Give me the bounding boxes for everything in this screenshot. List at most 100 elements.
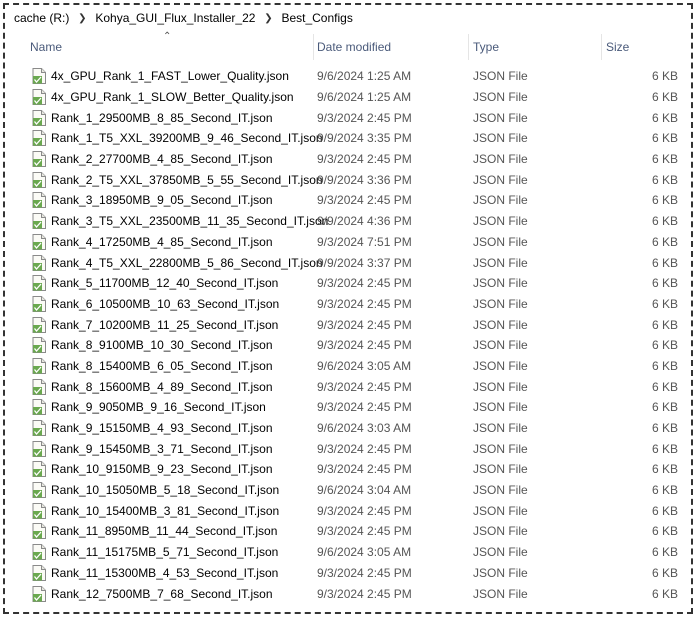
file-date-modified: 9/3/2024 2:45 PM [317, 152, 412, 167]
file-name-cell: Rank_11_15175MB_5_71_Second_IT.json [14, 544, 314, 561]
column-header-name-label: Name [30, 40, 63, 54]
file-date-modified: 9/3/2024 2:45 PM [317, 379, 412, 394]
file-type: JSON File [473, 462, 528, 477]
file-name-cell: Rank_2_T5_XXL_37850MB_5_55_Second_IT.jso… [14, 171, 323, 188]
breadcrumb-folder-best-configs[interactable]: Best_Configs [279, 11, 354, 25]
file-type: JSON File [473, 110, 528, 125]
file-name-cell: Rank_10_15400MB_3_81_Second_IT.json [14, 502, 314, 519]
file-size: 6 KB [651, 483, 678, 498]
json-file-icon [32, 130, 46, 147]
file-row[interactable]: Rank_2_27700MB_4_85_Second_IT.json 9/3/2… [14, 149, 686, 170]
column-header-size[interactable]: Size [602, 34, 686, 60]
file-name-cell: Rank_11_15300MB_4_53_Second_IT.json [14, 564, 314, 581]
chevron-right-icon: ❯ [78, 12, 87, 24]
file-name: 4x_GPU_Rank_1_FAST_Lower_Quality.json [51, 69, 289, 84]
file-size: 6 KB [651, 317, 678, 332]
file-name: Rank_3_18950MB_9_05_Second_IT.json [51, 193, 273, 208]
file-name-cell: Rank_9_9050MB_9_16_Second_IT.json [14, 399, 314, 416]
file-date-modified: 9/3/2024 2:45 PM [317, 296, 412, 311]
file-row[interactable]: Rank_1_T5_XXL_39200MB_9_46_Second_IT.jso… [14, 128, 686, 149]
file-row[interactable]: Rank_8_15600MB_4_89_Second_IT.json 9/3/2… [14, 376, 686, 397]
file-row[interactable]: Rank_4_17250MB_4_85_Second_IT.json 9/3/2… [14, 232, 686, 253]
file-row[interactable]: Rank_5_11700MB_12_40_Second_IT.json 9/3/… [14, 273, 686, 294]
file-name: Rank_9_9050MB_9_16_Second_IT.json [51, 400, 266, 415]
file-name-cell: Rank_8_15600MB_4_89_Second_IT.json [14, 378, 314, 395]
file-row[interactable]: Rank_10_15400MB_3_81_Second_IT.json 9/3/… [14, 500, 686, 521]
file-row[interactable]: Rank_7_10200MB_11_25_Second_IT.json 9/3/… [14, 314, 686, 335]
column-header-type[interactable]: Type [469, 34, 602, 60]
file-row[interactable]: Rank_8_9100MB_10_30_Second_IT.json 9/3/2… [14, 335, 686, 356]
file-row[interactable]: Rank_9_15450MB_3_71_Second_IT.json 9/3/2… [14, 438, 686, 459]
file-size: 6 KB [651, 545, 678, 560]
file-row[interactable]: Rank_9_9050MB_9_16_Second_IT.json 9/3/20… [14, 397, 686, 418]
file-date-modified: 9/9/2024 3:37 PM [317, 255, 412, 270]
json-file-icon [32, 233, 46, 250]
file-row[interactable]: 4x_GPU_Rank_1_FAST_Lower_Quality.json 9/… [14, 66, 686, 87]
file-size: 6 KB [651, 152, 678, 167]
json-file-icon [32, 295, 46, 312]
column-header-row: ⌃ Name Date modified Type Size [14, 31, 686, 60]
file-name-cell: Rank_1_29500MB_8_85_Second_IT.json [14, 109, 314, 126]
file-name: Rank_8_9100MB_10_30_Second_IT.json [51, 338, 273, 353]
file-size: 6 KB [651, 586, 678, 601]
json-file-icon [32, 151, 46, 168]
file-name: Rank_5_11700MB_12_40_Second_IT.json [51, 276, 279, 291]
file-row[interactable]: Rank_10_9150MB_9_23_Second_IT.json 9/3/2… [14, 459, 686, 480]
file-date-modified: 9/3/2024 2:45 PM [317, 462, 412, 477]
file-row[interactable]: Rank_6_10500MB_10_63_Second_IT.json 9/3/… [14, 294, 686, 315]
file-type: JSON File [473, 255, 528, 270]
file-type: JSON File [473, 400, 528, 415]
file-row[interactable]: Rank_3_18950MB_9_05_Second_IT.json 9/3/2… [14, 190, 686, 211]
file-name-cell: Rank_10_9150MB_9_23_Second_IT.json [14, 461, 314, 478]
file-row[interactable]: Rank_3_T5_XXL_23500MB_11_35_Second_IT.js… [14, 211, 686, 232]
file-name: Rank_11_15300MB_4_53_Second_IT.json [51, 565, 279, 580]
column-header-name[interactable]: ⌃ Name [14, 31, 314, 60]
file-date-modified: 9/9/2024 3:35 PM [317, 131, 412, 146]
file-row[interactable]: Rank_2_T5_XXL_37850MB_5_55_Second_IT.jso… [14, 169, 686, 190]
file-row[interactable]: Rank_11_15175MB_5_71_Second_IT.json 9/6/… [14, 542, 686, 563]
json-file-icon [32, 275, 46, 292]
file-name: Rank_2_27700MB_4_85_Second_IT.json [51, 152, 273, 167]
file-row[interactable]: Rank_11_8950MB_11_44_Second_IT.json 9/3/… [14, 521, 686, 542]
file-name-cell: Rank_2_27700MB_4_85_Second_IT.json [14, 151, 314, 168]
file-type: JSON File [473, 234, 528, 249]
file-row[interactable]: Rank_10_15050MB_5_18_Second_IT.json 9/6/… [14, 480, 686, 501]
file-row[interactable]: Rank_4_T5_XXL_22800MB_5_86_Second_IT.jso… [14, 252, 686, 273]
file-name-cell: Rank_1_T5_XXL_39200MB_9_46_Second_IT.jso… [14, 130, 323, 147]
file-name: Rank_4_T5_XXL_22800MB_5_86_Second_IT.jso… [51, 255, 323, 270]
file-size: 6 KB [651, 255, 678, 270]
breadcrumb-drive[interactable]: cache (R:) [12, 11, 71, 25]
file-row[interactable]: Rank_8_15400MB_6_05_Second_IT.json 9/6/2… [14, 356, 686, 377]
file-name-cell: Rank_4_17250MB_4_85_Second_IT.json [14, 233, 314, 250]
file-date-modified: 9/9/2024 3:36 PM [317, 172, 412, 187]
json-file-icon [32, 254, 46, 271]
file-type: JSON File [473, 69, 528, 84]
json-file-icon [32, 378, 46, 395]
json-file-icon [32, 109, 46, 126]
file-size: 6 KB [651, 441, 678, 456]
column-header-size-label: Size [606, 40, 630, 54]
file-size: 6 KB [651, 462, 678, 477]
file-row[interactable]: Rank_1_29500MB_8_85_Second_IT.json 9/3/2… [14, 107, 686, 128]
file-name-cell: Rank_3_T5_XXL_23500MB_11_35_Second_IT.js… [14, 213, 328, 230]
file-date-modified: 9/3/2024 2:45 PM [317, 400, 412, 415]
file-type: JSON File [473, 545, 528, 560]
breadcrumb-folder-installer[interactable]: Kohya_GUI_Flux_Installer_22 [93, 11, 257, 25]
file-name: 4x_GPU_Rank_1_SLOW_Better_Quality.json [51, 90, 294, 105]
file-name: Rank_7_10200MB_11_25_Second_IT.json [51, 317, 279, 332]
file-name-cell: Rank_5_11700MB_12_40_Second_IT.json [14, 275, 314, 292]
file-type: JSON File [473, 193, 528, 208]
file-row[interactable]: Rank_11_15300MB_4_53_Second_IT.json 9/3/… [14, 563, 686, 584]
file-row[interactable]: Rank_9_15150MB_4_93_Second_IT.json 9/6/2… [14, 418, 686, 439]
json-file-icon [32, 399, 46, 416]
file-date-modified: 9/3/2024 2:45 PM [317, 441, 412, 456]
file-row[interactable]: Rank_12_7500MB_7_68_Second_IT.json 9/3/2… [14, 583, 686, 604]
column-header-date[interactable]: Date modified [314, 34, 469, 60]
file-type: JSON File [473, 421, 528, 436]
file-row[interactable]: 4x_GPU_Rank_1_SLOW_Better_Quality.json 9… [14, 87, 686, 108]
file-date-modified: 9/9/2024 4:36 PM [317, 214, 412, 229]
json-file-icon [32, 357, 46, 374]
file-size: 6 KB [651, 172, 678, 187]
file-name-cell: Rank_8_15400MB_6_05_Second_IT.json [14, 357, 314, 374]
file-date-modified: 9/6/2024 3:03 AM [317, 421, 412, 436]
